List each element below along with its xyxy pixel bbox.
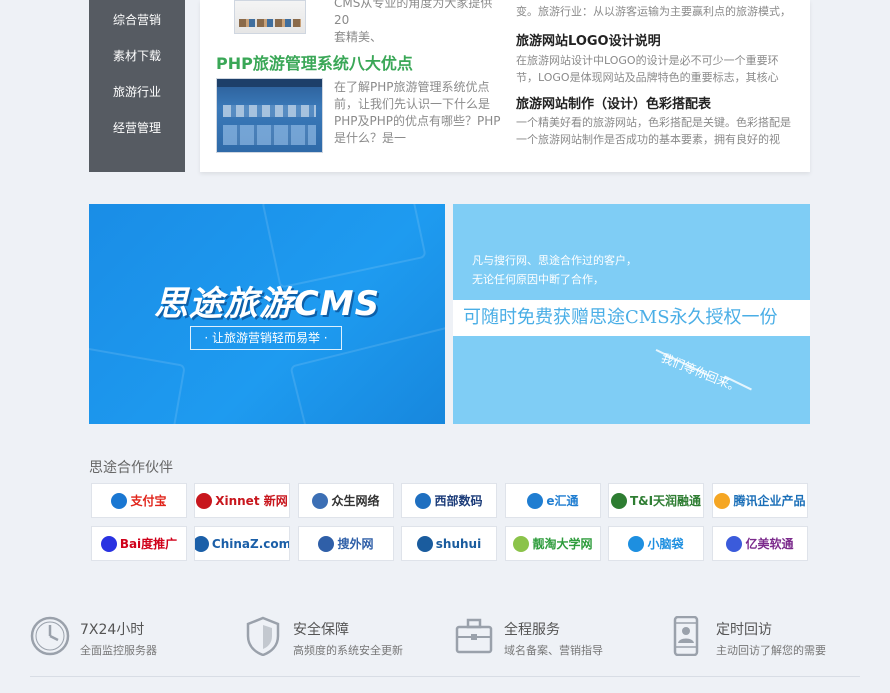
article-title-logo-design[interactable]: 旅游网站LOGO设计说明: [516, 30, 661, 49]
partner-logo[interactable]: Bai度推广: [91, 526, 187, 561]
article-title-color-table[interactable]: 旅游网站制作（设计）色彩搭配表: [516, 93, 711, 112]
partner-name: 小脑袋: [647, 537, 684, 551]
feature-title: 7X24小时: [80, 622, 145, 638]
banner-highlight-text: 可随时免费获赠思途CMS永久授权一份: [463, 307, 778, 328]
partner-name: T&I天润融通: [629, 494, 702, 508]
partner-mark-icon: [196, 492, 213, 509]
article-panel: CMS从专业的角度为大家提供20 套精美、 PHP旅游管理系统八大优点 在了解P…: [200, 0, 810, 172]
sitou-cms-banner[interactable]: 思途旅游CMS · 让旅游营销轻而易举 ·: [89, 204, 445, 424]
banner-slogan: · 让旅游营销轻而易举 ·: [190, 326, 342, 350]
partner-name: 腾讯企业产品: [733, 494, 806, 508]
partner-mark-icon: [628, 535, 645, 552]
feature-desc: 域名备案、营销指导: [504, 644, 603, 657]
partner-mark-icon: [610, 492, 627, 509]
article-thumbnail[interactable]: [216, 78, 323, 153]
free-license-banner[interactable]: 凡与搜行网、思途合作过的客户， 无论任何原因中断了合作， 可随时免费获赠思途CM…: [453, 204, 810, 424]
partner-mark-icon: [415, 492, 432, 509]
partners-title: 思途合作伙伴: [89, 460, 173, 476]
partner-mark-icon: [100, 535, 117, 552]
article-thumbnail-top[interactable]: [234, 0, 306, 34]
partner-name: 搜外网: [337, 537, 374, 551]
partner-logo[interactable]: 西部数码: [401, 483, 497, 518]
partner-mark-icon: [513, 535, 530, 552]
partner-logo[interactable]: T&I天润融通: [608, 483, 704, 518]
clock-icon: [30, 616, 70, 656]
partner-logo[interactable]: e汇通: [505, 483, 601, 518]
article-top-desc: CMS从专业的角度为大家提供20 套精美、: [334, 0, 493, 44]
partner-name: e汇通: [546, 494, 579, 508]
partner-name: 亿美软通: [745, 537, 794, 551]
article-desc-color-table: 一个精美好看的旅游网站，色彩搭配是关键。色彩搭配是 一个旅游网站制作是否成功的基…: [516, 116, 791, 146]
partner-logo[interactable]: shuhui: [401, 526, 497, 561]
feature-title: 全程服务: [504, 622, 560, 638]
partner-logo[interactable]: 搜外网: [298, 526, 394, 561]
article-desc-logo-design: 在旅游网站设计中LOGO的设计是必不可少一个重要环 节，LOGO是体现网站及品牌…: [516, 54, 779, 84]
partner-logo[interactable]: 小脑袋: [608, 526, 704, 561]
partner-name: 靓淘大学网: [532, 537, 593, 551]
partner-logo[interactable]: 支付宝: [91, 483, 187, 518]
partner-logo[interactable]: 腾讯企业产品: [712, 483, 808, 518]
article-headline[interactable]: PHP旅游管理系统八大优点: [216, 50, 413, 74]
footer-divider: [30, 676, 860, 677]
banner-logo-text: 思途旅游CMS: [153, 284, 381, 324]
article-headline-desc: 在了解PHP旅游管理系统优点 前，让我们先认识一下什么是 PHP及PHP的优点有…: [334, 80, 501, 145]
partner-name: shuhui: [435, 536, 482, 551]
sidebar-item-material-download[interactable]: 素材下载: [89, 48, 185, 64]
sidebar-item-tourism-industry[interactable]: 旅游行业: [89, 84, 185, 100]
phone-user-icon: [673, 616, 699, 656]
article-right-top-desc: 变。旅游行业：从以游客运输为主要赢利点的旅游模式，: [516, 5, 791, 18]
partner-mark-icon: [726, 535, 743, 552]
partner-logo[interactable]: Xinnet 新网: [194, 483, 290, 518]
partner-mark-icon: [527, 492, 544, 509]
feature-title: 定时回访: [716, 622, 772, 638]
sidebar-item-integrated-marketing[interactable]: 综合营销: [89, 12, 185, 28]
partner-mark-icon: [416, 535, 433, 552]
sidebar-item-business-management[interactable]: 经营管理: [89, 120, 185, 136]
feature-desc: 主动回访了解您的需要: [716, 644, 826, 657]
partner-name: Bai度推广: [119, 537, 178, 551]
banner-highlight-bar: 可随时免费获赠思途CMS永久授权一份: [453, 300, 810, 336]
banner-line-2: 无论任何原因中断了合作，: [472, 273, 604, 286]
briefcase-icon: [455, 618, 493, 654]
partner-mark-icon: [318, 535, 335, 552]
feature-title: 安全保障: [293, 622, 349, 638]
sidebar-menu: 综合营销 素材下载 旅游行业 经营管理: [89, 0, 185, 172]
partner-logo[interactable]: ChinaZ.com: [194, 526, 290, 561]
partner-logo[interactable]: 众生网络: [298, 483, 394, 518]
partner-name: Xinnet 新网: [215, 494, 288, 508]
partner-name: ChinaZ.com: [211, 536, 290, 551]
shield-icon: [246, 616, 280, 656]
partner-logo[interactable]: 靓淘大学网: [505, 526, 601, 561]
partner-mark-icon: [195, 535, 209, 552]
partner-logo[interactable]: 亿美软通: [712, 526, 808, 561]
partner-name: 西部数码: [434, 494, 483, 508]
partner-name: 支付宝: [130, 494, 167, 508]
feature-desc: 全面监控服务器: [80, 644, 157, 657]
feature-desc: 高频度的系统安全更新: [293, 644, 403, 657]
partner-name: 众生网络: [331, 494, 380, 508]
banner-line-1: 凡与搜行网、思途合作过的客户，: [472, 254, 637, 267]
partner-mark-icon: [312, 492, 329, 509]
partner-mark-icon: [111, 492, 128, 509]
partner-mark-icon: [714, 492, 731, 509]
